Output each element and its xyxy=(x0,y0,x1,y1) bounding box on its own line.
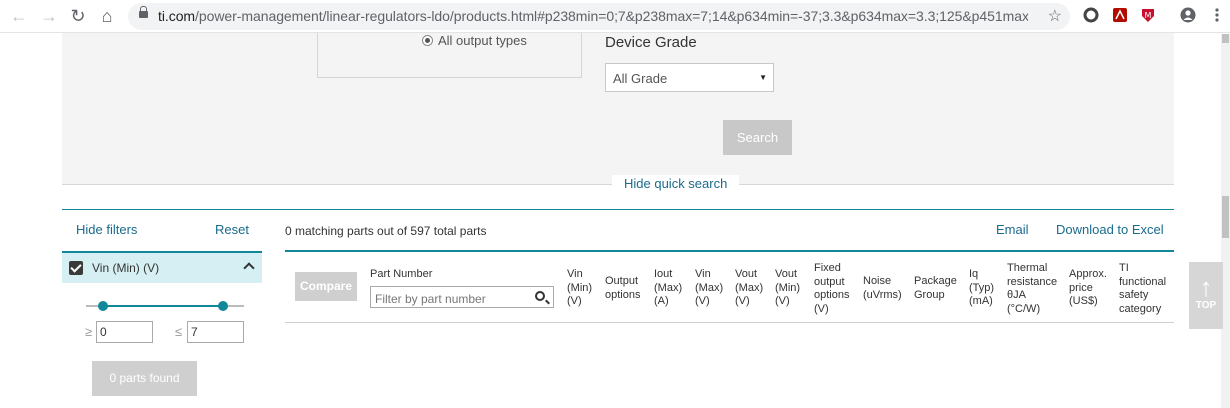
email-link[interactable]: Email xyxy=(996,222,1029,237)
reset-link[interactable]: Reset xyxy=(215,222,249,237)
min-value-input[interactable]: 0 xyxy=(96,321,153,343)
column-header[interactable]: Package Group xyxy=(914,275,957,302)
device-grade-label: Device Grade xyxy=(605,34,697,51)
radio-selected-icon[interactable] xyxy=(422,35,433,46)
profile-icon[interactable] xyxy=(1180,7,1196,23)
output-type-box: All output types xyxy=(317,33,582,78)
column-header[interactable]: Noise (uVrms) xyxy=(863,275,902,302)
range-slider-max-handle[interactable] xyxy=(218,301,228,311)
filter-label: Vin (Min) (V) xyxy=(92,261,160,275)
bookmark-star-icon[interactable]: ☆ xyxy=(1048,6,1062,26)
quick-search-panel xyxy=(62,33,1174,185)
arrow-up-icon: ↑ xyxy=(1199,272,1213,302)
browser-toolbar: ← → ↻ ⌂ ti.com/power-management/linear-r… xyxy=(0,0,1230,33)
download-excel-link[interactable]: Download to Excel xyxy=(1056,222,1164,237)
lock-icon xyxy=(139,6,148,18)
part-number-header[interactable]: Part Number xyxy=(370,268,432,280)
extension-circle-icon[interactable] xyxy=(1083,7,1099,23)
back-icon[interactable]: ← xyxy=(8,5,30,27)
menu-dots-icon[interactable] xyxy=(1209,7,1225,23)
home-icon[interactable]: ⌂ xyxy=(96,5,118,27)
checkbox-checked-icon[interactable] xyxy=(69,261,83,275)
url-host: ti.com xyxy=(158,8,196,24)
column-header[interactable]: Vout (Min) (V) xyxy=(775,268,800,309)
search-icon[interactable] xyxy=(535,291,545,301)
range-slider-min-handle[interactable] xyxy=(98,301,108,311)
output-type-radio[interactable]: All output types xyxy=(422,33,527,48)
forward-icon[interactable]: → xyxy=(38,5,60,27)
dropdown-caret-icon: ▼ xyxy=(759,73,767,82)
top-label: TOP xyxy=(1195,300,1217,311)
results-table-header: Compare Part Number Vin (Min) (V) Output … xyxy=(285,250,1174,323)
filter-vin-min-header[interactable]: Vin (Min) (V) xyxy=(62,251,262,283)
svg-text:M: M xyxy=(1145,11,1152,20)
pdf-extension-icon[interactable] xyxy=(1112,7,1128,23)
device-grade-select[interactable]: All Grade ▼ xyxy=(605,63,774,92)
divider xyxy=(62,209,1174,210)
parts-found-button[interactable]: 0 parts found xyxy=(92,361,197,396)
column-header[interactable]: TI functional safety category xyxy=(1119,262,1166,316)
shield-extension-icon[interactable]: M xyxy=(1140,7,1156,23)
max-value-input[interactable]: 7 xyxy=(187,321,244,343)
matching-parts-summary: 0 matching parts out of 597 total parts xyxy=(285,224,487,238)
chevron-up-icon[interactable] xyxy=(243,262,255,274)
url-text[interactable]: ti.com/power-management/linear-regulator… xyxy=(158,8,1028,24)
hide-quick-search-link[interactable]: Hide quick search xyxy=(612,175,740,192)
range-slider-fill xyxy=(103,305,223,307)
reload-icon[interactable]: ↻ xyxy=(67,5,89,27)
le-symbol: ≤ xyxy=(175,324,183,339)
device-grade-value: All Grade xyxy=(613,71,668,86)
column-header[interactable]: Vin (Max) (V) xyxy=(695,268,723,309)
column-header[interactable]: Iout (Max) (A) xyxy=(654,268,682,309)
url-path: /power-management/linear-regulators-ldo/… xyxy=(195,8,1028,24)
column-header[interactable]: Vin (Min) (V) xyxy=(567,268,592,309)
column-header[interactable]: Output options xyxy=(605,275,640,302)
scrollbar-arrow[interactable] xyxy=(1222,34,1229,43)
column-header[interactable]: Iq (Typ) (mA) xyxy=(969,268,994,309)
column-header[interactable]: Fixed output options (V) xyxy=(814,262,849,316)
ge-symbol: ≥ xyxy=(85,324,93,339)
address-bar[interactable]: ti.com/power-management/linear-regulator… xyxy=(128,3,1070,30)
compare-button[interactable]: Compare xyxy=(295,272,357,301)
hide-filters-link[interactable]: Hide filters xyxy=(76,222,137,237)
part-number-filter-input[interactable] xyxy=(370,286,554,308)
back-to-top-button[interactable]: ↑ TOP xyxy=(1189,262,1223,329)
column-header[interactable]: Vout (Max) (V) xyxy=(735,268,763,309)
column-header[interactable]: Thermal resistance θJA (°C/W) xyxy=(1007,262,1057,316)
column-header[interactable]: Approx. price (US$) xyxy=(1069,268,1107,309)
scrollbar-thumb[interactable] xyxy=(1222,196,1229,238)
search-button[interactable]: Search xyxy=(723,120,792,155)
output-type-label: All output types xyxy=(438,33,527,48)
